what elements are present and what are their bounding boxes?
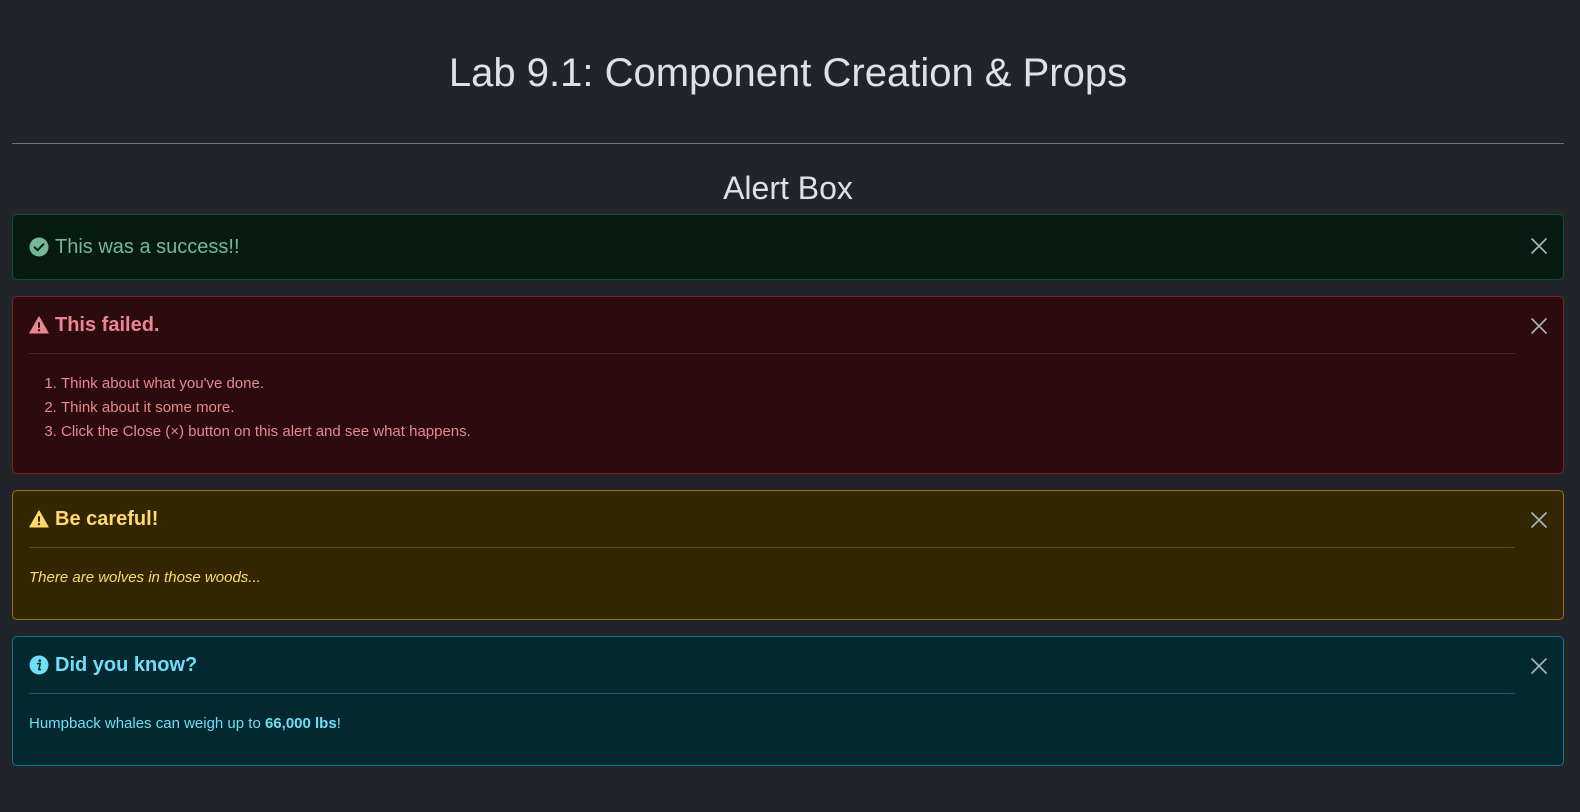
alert-body: There are wolves in those woods... bbox=[29, 547, 1515, 620]
alert-body-suffix: ! bbox=[336, 715, 341, 732]
instruction-list: Think about what you've done. Think abou… bbox=[29, 372, 1515, 444]
alert-heading: This was a success!! bbox=[29, 215, 1547, 279]
alert-body-text: There are wolves in those woods... bbox=[29, 569, 261, 586]
close-button[interactable] bbox=[1529, 236, 1549, 256]
alert-heading-text: This was a success!! bbox=[55, 235, 240, 258]
alert-heading: This failed. bbox=[29, 297, 1547, 353]
alert-body: Think about what you've done. Think abou… bbox=[29, 353, 1515, 474]
close-button[interactable] bbox=[1529, 656, 1549, 676]
alert-body-text: Humpback whales can weigh up to bbox=[29, 715, 265, 732]
close-icon bbox=[1531, 658, 1547, 674]
list-item: Think about what you've done. bbox=[61, 372, 1515, 396]
exclamation-triangle-icon bbox=[29, 315, 49, 335]
check-circle-icon bbox=[29, 237, 49, 257]
divider bbox=[12, 143, 1564, 144]
alert-heading-text: Did you know? bbox=[55, 653, 198, 676]
close-button[interactable] bbox=[1529, 316, 1549, 336]
info-circle-icon bbox=[29, 655, 49, 675]
list-item: Click the Close (×) button on this alert… bbox=[61, 420, 1515, 444]
exclamation-triangle-icon bbox=[29, 509, 49, 529]
info-alert: Did you know? Humpback whales can weigh … bbox=[12, 636, 1564, 766]
close-icon bbox=[1531, 238, 1547, 254]
close-button[interactable] bbox=[1529, 510, 1549, 530]
page-container: Lab 9.1: Component Creation & Props Aler… bbox=[0, 0, 1572, 766]
section-title: Alert Box bbox=[723, 170, 853, 206]
success-alert: This was a success!! bbox=[12, 214, 1564, 280]
warning-alert: Be careful! There are wolves in those wo… bbox=[12, 490, 1564, 620]
alert-heading-text: Be careful! bbox=[55, 507, 159, 530]
alert-heading: Did you know? bbox=[29, 637, 1547, 693]
alert-heading: Be careful! bbox=[29, 491, 1547, 547]
list-item: Think about it some more. bbox=[61, 396, 1515, 420]
alert-heading-text: This failed. bbox=[55, 313, 160, 336]
page-title: Lab 9.1: Component Creation & Props bbox=[448, 51, 1128, 95]
alert-body-emphasis: 66,000 lbs bbox=[264, 715, 337, 732]
danger-alert: This failed. Think about what you've don… bbox=[12, 296, 1564, 474]
alert-body: Humpback whales can weigh up to 66,000 l… bbox=[29, 693, 1515, 766]
close-icon bbox=[1531, 512, 1547, 528]
close-icon bbox=[1531, 318, 1547, 334]
